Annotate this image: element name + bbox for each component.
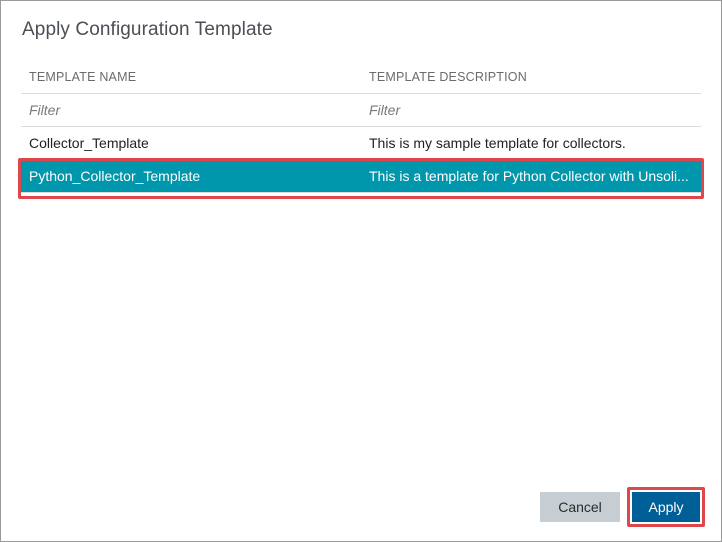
template-description-cell: This is my sample template for collector…	[369, 135, 626, 151]
column-header-template-name[interactable]: TEMPLATE NAME	[29, 61, 359, 93]
name-filter-cell	[29, 94, 359, 126]
table-row[interactable]: Collector_Template This is my sample tem…	[21, 127, 701, 160]
table-row-selected[interactable]: Python_Collector_Template This is a temp…	[21, 160, 701, 193]
name-filter-input[interactable]	[29, 102, 359, 118]
filter-row	[21, 94, 701, 127]
table-header-row: TEMPLATE NAME TEMPLATE DESCRIPTION	[21, 61, 701, 94]
dialog-title: Apply Configuration Template	[22, 19, 273, 40]
description-filter-input[interactable]	[369, 102, 695, 118]
template-name-cell: Collector_Template	[29, 135, 149, 151]
template-table: TEMPLATE NAME TEMPLATE DESCRIPTION Colle…	[21, 61, 701, 193]
description-filter-cell	[369, 94, 695, 126]
column-header-template-description[interactable]: TEMPLATE DESCRIPTION	[369, 61, 695, 93]
template-description-cell: This is a template for Python Collector …	[369, 168, 689, 184]
apply-button[interactable]: Apply	[632, 492, 700, 522]
cancel-button[interactable]: Cancel	[540, 492, 620, 522]
apply-configuration-template-dialog: Apply Configuration Template TEMPLATE NA…	[0, 0, 722, 542]
template-name-cell: Python_Collector_Template	[29, 168, 201, 184]
